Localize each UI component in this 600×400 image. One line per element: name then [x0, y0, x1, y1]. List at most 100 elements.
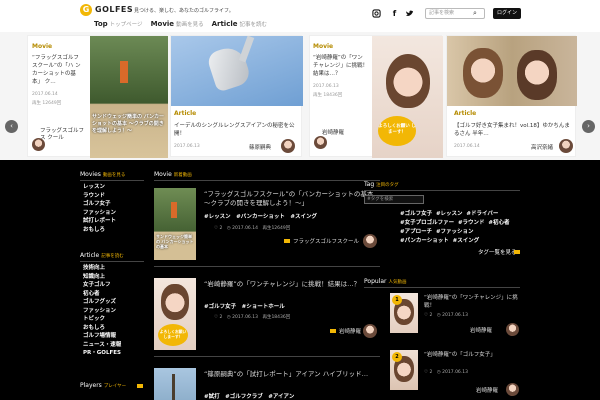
card-category: Article — [454, 110, 477, 117]
card-views: 再生 18436回 — [313, 93, 343, 98]
woman-portrait — [517, 50, 557, 100]
sidebar-item[interactable]: 技術向上 — [83, 264, 121, 273]
thumb-overlay-text: よろしくお願い しまーす！ — [158, 324, 188, 346]
popular-title[interactable]: “岩崎静羅”の「ワンチャレンジ」に挑戦！ — [424, 294, 520, 310]
post-author[interactable]: フラッグスゴルフスクール — [293, 237, 359, 245]
logo-icon[interactable]: G — [80, 4, 92, 16]
more-icon[interactable] — [514, 250, 520, 254]
sidebar-item[interactable]: ラウンド — [83, 192, 116, 201]
card-author: 篠原嗣典 — [249, 145, 272, 151]
all-tags-link[interactable]: タグ一覧を見る — [478, 248, 517, 256]
tag-link[interactable]: #ラウンド — [458, 220, 485, 226]
search-icon[interactable]: ⌕ — [473, 9, 477, 18]
sidebar-item[interactable]: ゴルフ場情報 — [83, 332, 121, 341]
sidebar-item[interactable]: 初心者 — [83, 290, 121, 299]
card-thumbnail: サンドウェッジ簡単の バンカーショットの基本 〜クラブの開きを理解しよう！〜 — [90, 36, 168, 158]
post-title[interactable]: “篠原嗣典”の「試打レポート」アイアン ハイブリッド… — [204, 370, 380, 379]
tag-link[interactable]: #ファッション — [436, 229, 474, 235]
sidebar-item[interactable]: 試打レポート — [83, 217, 116, 226]
golfer-figure — [171, 202, 177, 218]
tag-link[interactable]: #レッスン — [436, 211, 463, 217]
tag-search-input[interactable]: #タグを検索 — [364, 195, 424, 204]
featured-carousel: Movie “フラッグスゴルフスクール”の「ハ ンカーショットの基本」 ク… 2… — [0, 32, 600, 160]
site-header: G GOLFES 見つける、楽しむ、あなたのゴルフライフ。 Top トップページ … — [0, 0, 600, 32]
tag-link[interactable]: #スイング — [453, 238, 480, 244]
sidebar-item[interactable]: ゴルフグッズ — [83, 298, 121, 307]
carousel-next-button[interactable]: › — [582, 120, 595, 133]
sidebar-item[interactable]: ゴルフ女子 — [83, 200, 116, 209]
post-title[interactable]: “岩崎静羅”の「ワンチャレンジ」に挑戦！結果は…？ — [204, 280, 380, 289]
popular-meta: ♡ 2 ◷ 2017.06.13 — [424, 370, 468, 375]
author-marker-icon — [284, 239, 290, 243]
nav-article[interactable]: Article 記事を読む — [212, 20, 267, 28]
tagline: 見つける、楽しむ、あなたのゴルフライフ。 — [134, 8, 234, 14]
twitter-icon[interactable] — [405, 9, 414, 18]
main-heading: Movie 新着動画 — [154, 171, 192, 178]
post-tags[interactable]: #試打 #ゴルフクラブ #アイアン — [204, 392, 294, 400]
sidebar-item[interactable]: おもしろ — [83, 324, 121, 333]
logo-text[interactable]: GOLFES — [95, 5, 133, 14]
sidebar-item[interactable]: ファッション — [83, 307, 121, 316]
login-button[interactable]: ログイン — [493, 8, 521, 19]
carousel-card[interactable]: Article 【ゴルフ好き女子集まれ！vol.18】ゆかちんまるさん 半年… … — [446, 35, 577, 157]
sidebar-articles-heading: Article 記事を読む — [80, 252, 124, 259]
author-avatar[interactable] — [363, 324, 377, 338]
nav-movie[interactable]: Movie 動画を見る — [151, 20, 204, 28]
rank-badge: 2 — [392, 352, 402, 362]
popular-author[interactable]: 岩崎静羅 — [470, 326, 492, 334]
card-thumbnail — [171, 36, 303, 106]
post-thumbnail[interactable]: サンドウェッジ簡単の バンカーショットの基本 — [154, 188, 196, 260]
sidebar-item[interactable]: レッスン — [83, 183, 116, 192]
divider — [80, 261, 144, 262]
tag-link[interactable]: #パンカーショット — [400, 238, 449, 244]
tag-link[interactable]: #アプローチ — [400, 229, 432, 235]
popular-title[interactable]: “岩崎静羅”の「ゴルフ女子」 — [424, 351, 520, 359]
post-author[interactable]: 岩崎静羅 — [339, 327, 361, 335]
author-avatar — [314, 136, 327, 149]
facebook-icon[interactable]: f — [390, 9, 399, 18]
sidebar-item[interactable]: 女子ゴルフ — [83, 281, 121, 290]
author-avatar — [281, 139, 295, 153]
sidebar-item[interactable]: PR・GOLFES — [83, 349, 121, 358]
sidebar-item[interactable]: 知識向上 — [83, 273, 121, 282]
card-views: 再生 12649回 — [32, 101, 62, 106]
author-avatar — [32, 138, 45, 151]
tag-link[interactable]: #女子プロゴルファー — [400, 220, 454, 226]
carousel-prev-button[interactable]: ‹ — [5, 120, 18, 133]
sidebar-item[interactable]: ファッション — [83, 209, 116, 218]
club-shaft — [238, 36, 255, 63]
popular-meta: ♡ 2 ◷ 2017.06.13 — [424, 313, 468, 318]
post-tags[interactable]: #レッスン #バンカーショット #スイング — [204, 212, 317, 220]
post-thumbnail[interactable] — [154, 368, 196, 400]
more-icon[interactable] — [137, 384, 143, 388]
nav-top[interactable]: Top トップページ — [94, 20, 143, 28]
popular-author[interactable]: 岩崎静羅 — [476, 386, 498, 394]
content-area: Movies 動画を見る レッスン ラウンド ゴルフ女子 ファッション 試打レポー… — [0, 160, 600, 400]
instagram-icon[interactable] — [372, 9, 381, 18]
thumb-overlay-text: サンドウェッジ簡単の バンカーショットの基本 〜クラブの開きを理解しよう！〜 — [92, 114, 164, 134]
divider — [364, 190, 520, 191]
carousel-card[interactable]: Movie “フラッグスゴルフスクール”の「ハ ンカーショットの基本」 ク… 2… — [27, 35, 168, 158]
post-thumbnail[interactable]: よろしくお願い しまーす！ — [154, 278, 196, 350]
carousel-card[interactable]: Article イーデルのシングルレングスアイアンの秘密を公開！ 2017.06… — [170, 35, 303, 157]
tag-link[interactable]: #ゴルフ女子 — [400, 211, 432, 217]
author-avatar[interactable] — [506, 323, 519, 336]
post-tags[interactable]: #ゴルフ女子 #ショートホール — [204, 302, 285, 310]
sidebar-item[interactable]: トピック — [83, 315, 121, 324]
post-title[interactable]: “フラッグスゴルフスクール”の「バンカーショットの基本 ～クラブの開きを理解しよ… — [204, 190, 380, 208]
carousel-card[interactable]: Movie “岩崎静羅”の「ワン チャレンジ」に挑戦！結果は…？ 2017.06… — [309, 35, 443, 158]
divider — [154, 180, 380, 181]
author-avatar[interactable] — [506, 383, 519, 396]
tag-link[interactable]: #ドライバー — [466, 211, 498, 217]
card-date: 2017.06.13 — [174, 144, 200, 149]
card-thumbnail: よろしくお願い しまーす！ — [372, 36, 443, 158]
sidebar-item[interactable]: ニュース・速報 — [83, 341, 121, 350]
sidebar-item[interactable]: おもしろ — [83, 226, 116, 235]
divider — [364, 287, 520, 288]
sidebar-movie-list: レッスン ラウンド ゴルフ女子 ファッション 試打レポート おもしろ — [83, 183, 116, 234]
golfer-figure — [120, 61, 128, 83]
tag-link[interactable]: #初心者 — [488, 220, 509, 226]
author-avatar[interactable] — [363, 234, 377, 248]
sidebar-players-heading: Players プレイヤー — [80, 382, 127, 389]
card-title: 【ゴルフ好き女子集まれ！vol.18】ゆかちんまるさん 半年… — [454, 123, 570, 137]
